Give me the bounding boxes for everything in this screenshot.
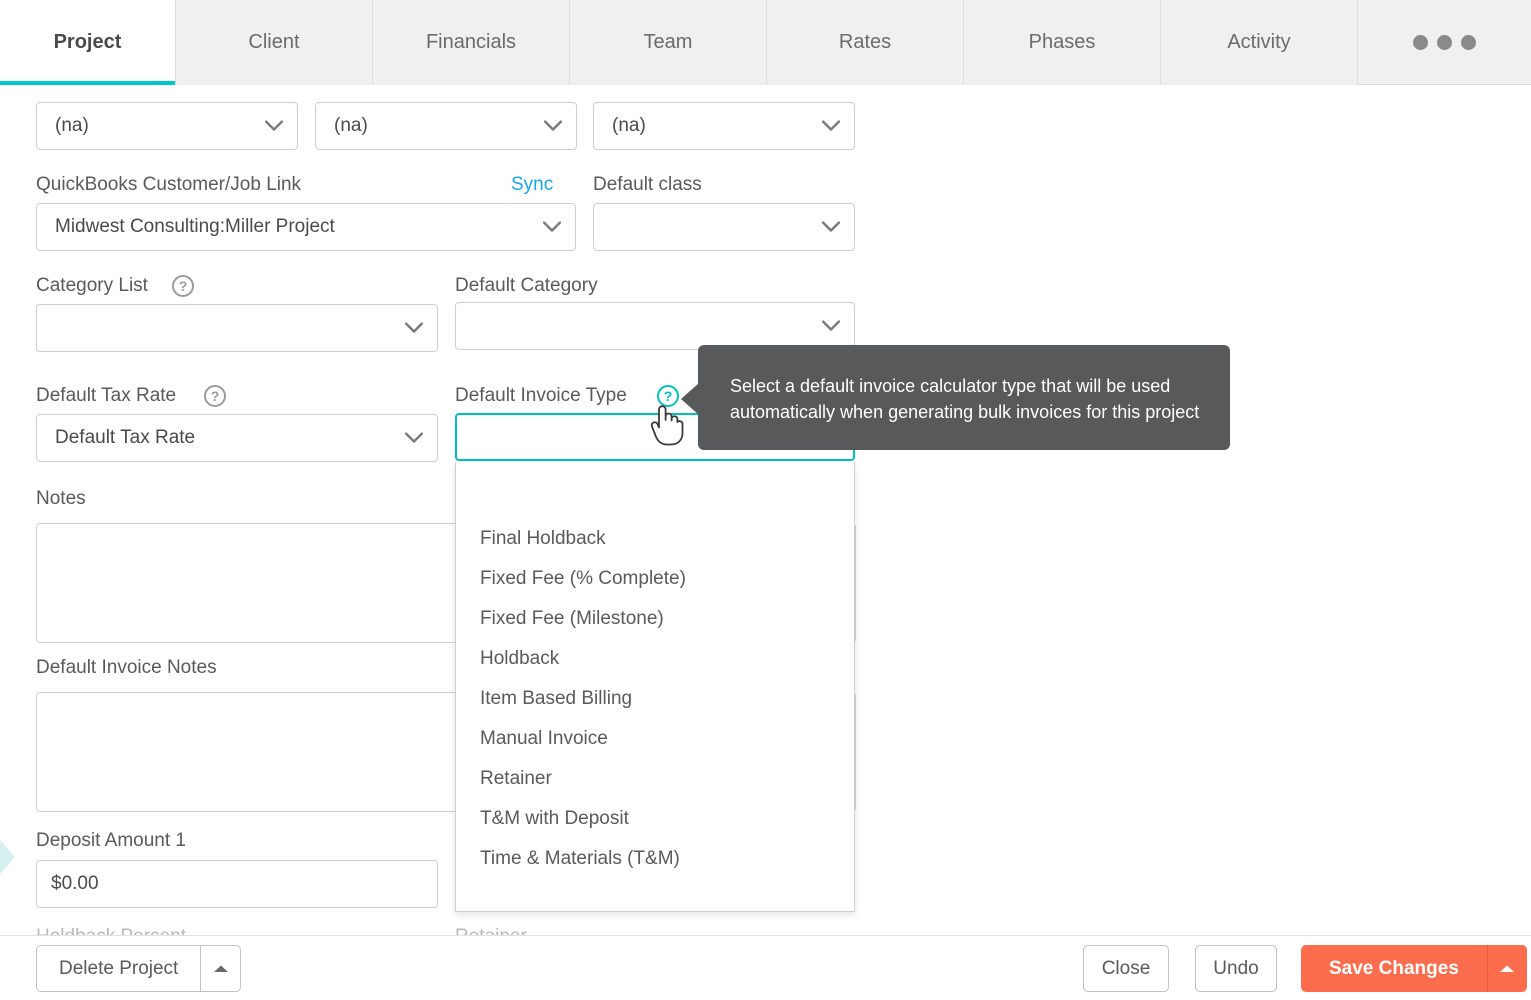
holdback-percent-clipped-label: Holdback Percent xyxy=(36,926,186,935)
chevron-down-icon xyxy=(822,221,840,233)
default-tax-rate-label: Default Tax Rate xyxy=(36,385,177,406)
tab-label: Financials xyxy=(425,31,517,53)
default-invoice-type-dropdown[interactable]: Final Holdback Fixed Fee (% Complete) Fi… xyxy=(455,462,855,912)
save-changes-split-button[interactable]: Save Changes xyxy=(1301,945,1527,992)
chevron-down-icon xyxy=(405,432,423,444)
tab-phases[interactable]: Phases xyxy=(964,0,1161,85)
top-select-2[interactable]: (na) xyxy=(315,102,577,150)
tab-activity[interactable]: Activity xyxy=(1161,0,1358,85)
clipped-top-label xyxy=(36,79,236,89)
dropdown-option[interactable]: T&M with Deposit xyxy=(456,799,854,839)
chevron-down-icon xyxy=(544,120,562,132)
dropdown-option[interactable]: Time & Materials (T&M) xyxy=(456,839,854,879)
category-list-help-icon[interactable]: ? xyxy=(172,275,194,297)
default-category-select[interactable] xyxy=(455,302,855,350)
top-select-3-value: (na) xyxy=(612,115,646,136)
top-select-3[interactable]: (na) xyxy=(593,102,855,150)
category-list-label: Category List xyxy=(36,275,148,296)
default-tax-rate-value: Default Tax Rate xyxy=(55,427,196,448)
deposit-amount-input[interactable]: $0.00 xyxy=(36,860,438,908)
tab-label: Project xyxy=(53,31,122,53)
undo-label: Undo xyxy=(1213,957,1259,979)
retainer-clipped-label: Retainer xyxy=(455,926,527,935)
footer-action-bar: Delete Project Close Undo Save Changes xyxy=(0,935,1531,1000)
dropdown-option[interactable]: Manual Invoice xyxy=(456,719,854,759)
deposit-amount-value: $0.00 xyxy=(51,873,99,894)
tab-team[interactable]: Team xyxy=(570,0,767,85)
chevron-up-icon[interactable] xyxy=(200,946,240,991)
ellipsis-icon xyxy=(1413,34,1476,50)
chevron-down-icon xyxy=(405,322,423,334)
deposit-amount-label: Deposit Amount 1 xyxy=(36,830,186,851)
quickbooks-customer-job-select[interactable]: Midwest Consulting:Miller Project xyxy=(36,203,576,251)
save-changes-label: Save Changes xyxy=(1329,957,1459,979)
default-class-select[interactable] xyxy=(593,203,855,251)
default-invoice-type-label: Default Invoice Type xyxy=(455,385,627,406)
left-edge-pointer-icon xyxy=(0,840,15,874)
default-class-label: Default class xyxy=(593,174,702,195)
sync-link[interactable]: Sync xyxy=(511,174,553,196)
tab-label: Team xyxy=(643,31,693,53)
default-invoice-type-tooltip: Select a default invoice calculator type… xyxy=(681,345,1230,450)
tab-label: Rates xyxy=(838,31,892,53)
undo-button[interactable]: Undo xyxy=(1195,945,1277,992)
chevron-down-icon xyxy=(822,320,840,332)
quickbooks-link-label: QuickBooks Customer/Job Link xyxy=(36,174,302,195)
tab-bar: Project Client Financials Team Rates Pha… xyxy=(0,0,1531,86)
default-tax-rate-help-icon[interactable]: ? xyxy=(204,385,226,407)
chevron-up-icon[interactable] xyxy=(1486,945,1527,992)
default-invoice-type-help-icon[interactable]: ? xyxy=(657,385,679,407)
dropdown-option[interactable]: Holdback xyxy=(456,639,854,679)
delete-project-label: Delete Project xyxy=(59,957,179,979)
tab-financials[interactable]: Financials xyxy=(373,0,570,85)
tooltip-arrow-icon xyxy=(681,383,699,415)
close-label: Close xyxy=(1101,957,1151,979)
dropdown-option[interactable]: Retainer xyxy=(456,759,854,799)
tab-label: Client xyxy=(248,31,300,53)
tab-client[interactable]: Client xyxy=(176,0,373,85)
default-tax-rate-select[interactable]: Default Tax Rate xyxy=(36,414,438,462)
quickbooks-customer-job-value: Midwest Consulting:Miller Project xyxy=(55,216,335,237)
chevron-down-icon xyxy=(822,120,840,132)
dropdown-option[interactable]: Fixed Fee (% Complete) xyxy=(456,559,854,599)
notes-label: Notes xyxy=(36,488,86,509)
top-select-2-value: (na) xyxy=(334,115,368,136)
dropdown-option[interactable]: Final Holdback xyxy=(456,519,854,559)
tooltip-text: Select a default invoice calculator type… xyxy=(730,376,1200,422)
tab-project[interactable]: Project xyxy=(0,0,176,86)
top-select-1-value: (na) xyxy=(55,115,89,136)
chevron-down-icon xyxy=(543,221,561,233)
default-category-label: Default Category xyxy=(455,275,598,296)
tab-rates[interactable]: Rates xyxy=(767,0,964,85)
chevron-down-icon xyxy=(265,120,283,132)
dropdown-option[interactable]: Item Based Billing xyxy=(456,679,854,719)
tab-label: Phases xyxy=(1028,31,1096,53)
dropdown-option[interactable]: Fixed Fee (Milestone) xyxy=(456,599,854,639)
default-invoice-notes-label: Default Invoice Notes xyxy=(36,657,217,678)
delete-project-split-button[interactable]: Delete Project xyxy=(36,945,242,992)
top-select-1[interactable]: (na) xyxy=(36,102,298,150)
category-list-select[interactable] xyxy=(36,304,438,352)
close-button[interactable]: Close xyxy=(1083,945,1169,992)
tab-overflow-menu-button[interactable] xyxy=(1358,0,1531,84)
tab-label: Activity xyxy=(1227,31,1291,53)
